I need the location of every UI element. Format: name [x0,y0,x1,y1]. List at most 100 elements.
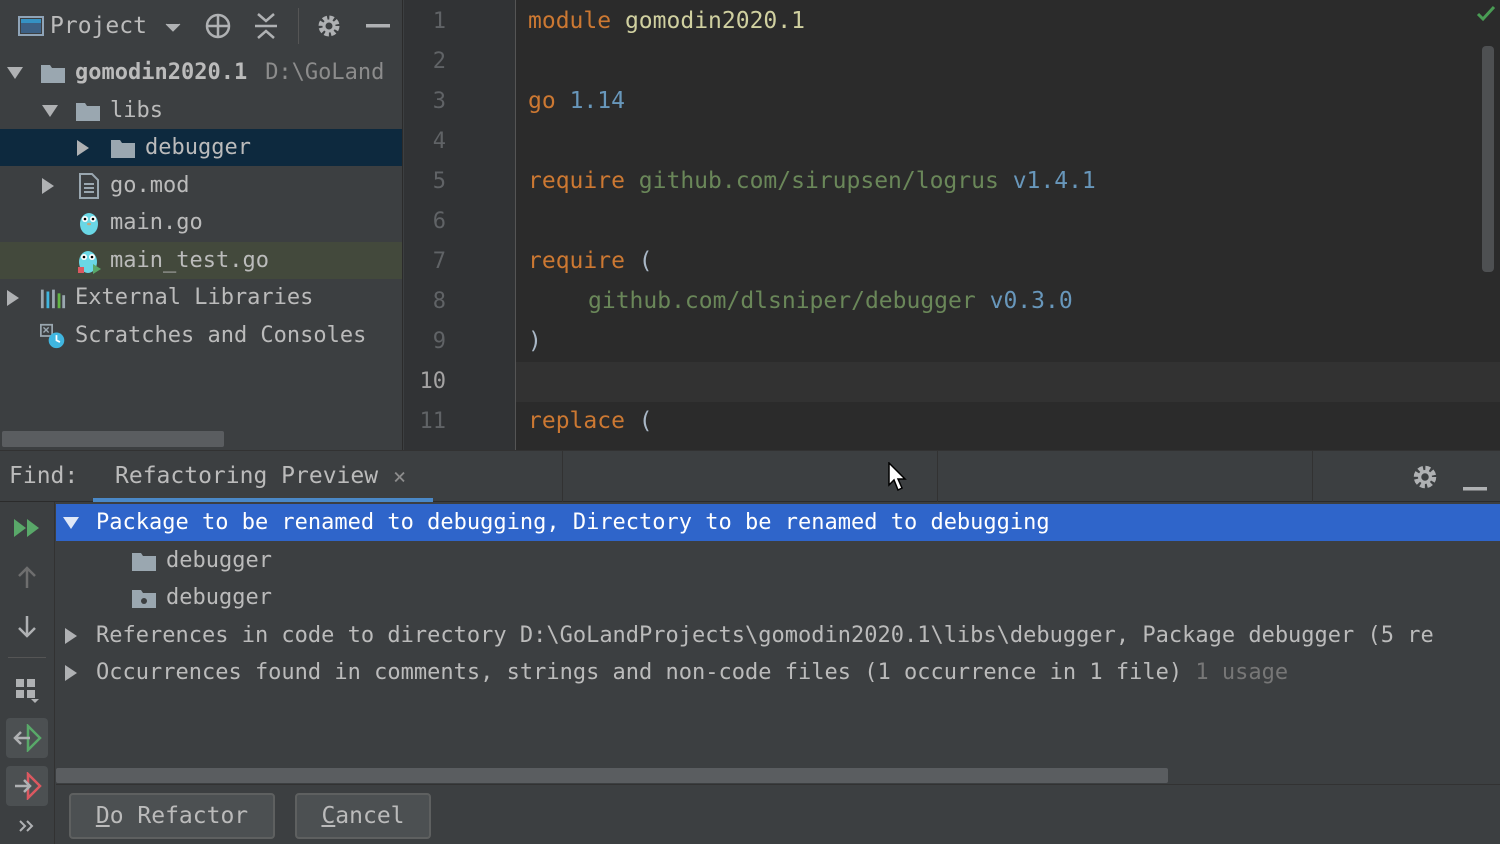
tree-item-label: libs [110,98,163,123]
tree-item-project-root[interactable]: gomodin2020.1 D:\GoLand [0,54,402,91]
arrow-up-icon[interactable] [6,558,48,598]
result-item-label: debugger [166,585,272,610]
tree-item-external-libraries[interactable]: External Libraries [0,279,402,316]
header-separator [562,451,563,502]
line-number: 11 [419,409,447,434]
gear-icon[interactable] [313,10,345,42]
horizontal-scrollbar[interactable] [2,431,224,447]
folder-icon [75,98,101,124]
tree-item-label: Scratches and Consoles [75,323,367,348]
line-number: 7 [432,249,446,274]
arrow-down-icon[interactable] [6,606,48,646]
hide-panel-icon[interactable] [362,10,394,42]
tab-label: Refactoring Preview [115,463,379,489]
collapsed-arrow-icon[interactable] [60,625,82,647]
line-number: 4 [432,129,446,154]
result-group-label: Package to be renamed to debugging, Dire… [96,510,1050,535]
paren-open: ( [638,408,653,434]
paren-open: ( [638,248,653,274]
result-group-references[interactable]: References in code to directory D:\GoLan… [56,617,1500,654]
tree-item-label: main.go [110,210,203,235]
code-line-8: github.com/dlsniper/debugger v0.3.0 [588,288,1073,314]
tree-item-scratches[interactable]: Scratches and Consoles [0,317,402,354]
project-root-path: D:\GoLand [265,60,385,85]
tree-item-label: External Libraries [75,285,314,310]
result-group-label: References in code to directory D:\GoLan… [96,623,1434,648]
horizontal-scrollbar[interactable] [56,768,1168,783]
expanded-arrow-icon[interactable] [39,100,61,122]
code-line-3: go 1.14 [528,88,625,114]
project-title: Project [50,13,147,39]
line-number-gutter: 1 2 3 4 5 6 7 8 9 10 11 [404,0,516,450]
toolbar-separator [8,657,46,658]
tree-item-libs[interactable]: libs [0,92,402,129]
code-line-5: require github.com/sirupsen/logrus v1.4.… [528,168,1096,194]
tree-item-debugger[interactable]: debugger [0,129,402,166]
keyword: require [528,168,625,194]
locate-file-icon[interactable] [202,10,234,42]
toolbar-separator [298,8,299,44]
expanded-arrow-icon[interactable] [60,512,82,534]
scratches-icon [40,323,66,349]
chevron-down-icon [165,14,181,39]
gopher-test-icon [76,248,102,274]
line-number: 2 [432,49,446,74]
line-number: 3 [432,89,446,114]
collapsed-arrow-icon[interactable] [72,137,94,159]
package-icon [131,585,157,611]
collapsed-arrow-icon[interactable] [2,287,24,309]
vertical-scrollbar[interactable] [1482,46,1494,272]
keyword: module [528,8,612,34]
header-separator [1312,451,1313,502]
project-view-icon [16,10,46,42]
keyword: go [528,88,556,114]
rerun-icon[interactable] [6,508,48,548]
code-line-9: ) [528,328,542,354]
group-by-icon[interactable] [6,670,48,710]
tree-item-label: debugger [145,135,251,160]
code-editor[interactable]: 1 2 3 4 5 6 7 8 9 10 11 module gomodin20… [404,0,1500,450]
tree-item-go-mod[interactable]: go.mod [0,167,402,204]
tree-item-label: main_test.go [110,248,269,273]
code-line-7: require ( [528,248,653,274]
exclude-icon[interactable] [6,766,48,806]
cancel-button[interactable]: Cancel [295,793,431,839]
do-refactor-button[interactable]: Do Refactor [69,793,275,839]
result-item-package[interactable]: debugger [56,579,1500,616]
find-label: Find: [9,463,79,489]
result-item-label: debugger [166,548,272,573]
collapsed-arrow-icon[interactable] [37,175,59,197]
mouse-pointer-icon [888,461,908,498]
find-tool-window-header: Find: Refactoring Preview × [0,450,1500,502]
project-view-dropdown[interactable]: Project [50,10,190,42]
line-number: 6 [432,209,446,234]
dependency-version: v1.4.1 [1012,168,1096,194]
code-line-1: module gomodin2020.1 [528,8,805,34]
tree-item-main-go[interactable]: main.go [0,204,402,241]
collapsed-arrow-icon[interactable] [60,662,82,684]
tab-refactoring-preview[interactable]: Refactoring Preview × [93,451,433,502]
expanded-arrow-icon[interactable] [4,62,26,84]
project-panel: Project gomodin2020.1 D:\GoLand libs deb… [0,0,403,450]
gear-icon[interactable] [1410,462,1440,498]
tree-item-main-test-go[interactable]: main_test.go [0,242,402,279]
project-toolbar: Project [0,0,402,52]
close-icon[interactable]: × [393,465,406,490]
library-icon [40,285,66,311]
line-number: 9 [432,329,446,354]
module-name: gomodin2020.1 [624,8,805,34]
hide-panel-icon[interactable] [1462,473,1488,498]
inspection-ok-icon[interactable] [1476,4,1496,29]
gopher-icon [76,210,102,236]
collapse-all-icon[interactable] [250,10,282,42]
result-group-occurrences[interactable]: Occurrences found in comments, strings a… [56,654,1500,691]
more-actions-icon[interactable] [6,808,48,844]
include-icon[interactable] [6,718,48,758]
refactoring-preview-tree: Package to be renamed to debugging, Dire… [56,502,1500,784]
line-number-current: 10 [419,369,447,394]
usage-count: 1 usage [1195,660,1289,685]
folder-icon [110,135,136,161]
result-item-directory[interactable]: debugger [56,542,1500,579]
line-number: 5 [432,169,446,194]
result-group-rename[interactable]: Package to be renamed to debugging, Dire… [56,504,1500,541]
